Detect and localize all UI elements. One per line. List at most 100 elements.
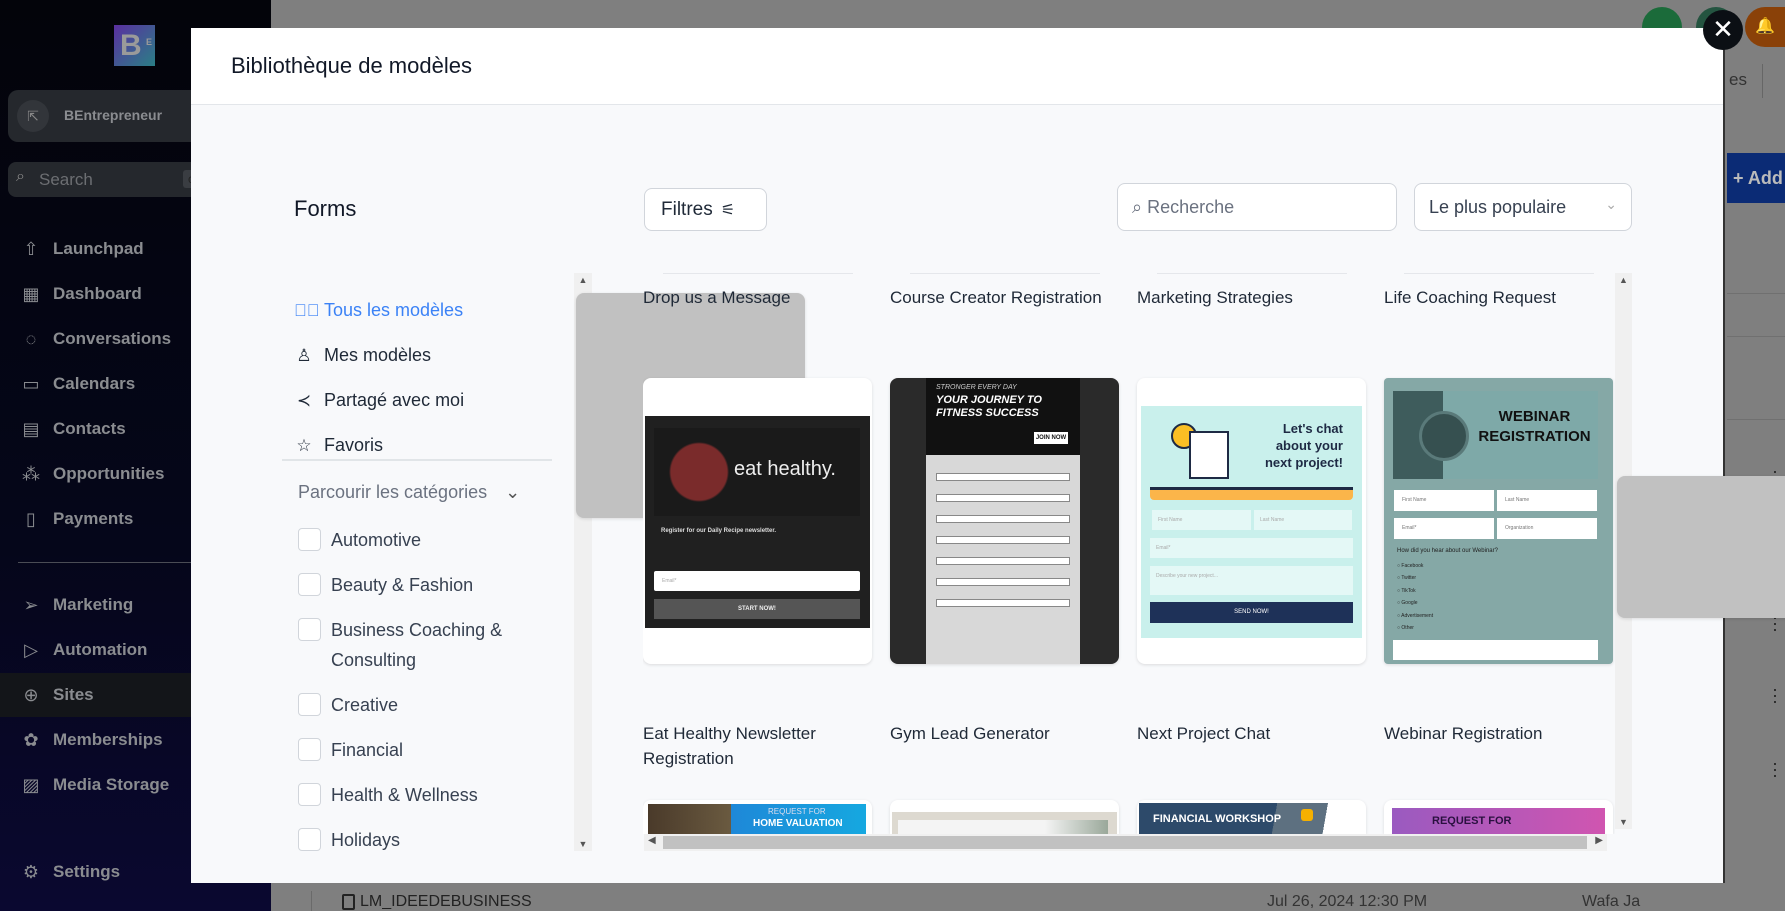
thumb-preview: Let's chat about your next project! Firs…	[1141, 406, 1362, 638]
thumb-field: Organization	[1497, 518, 1597, 539]
template-title[interactable]: Gym Lead Generator	[890, 721, 1119, 746]
chevron-down-icon: ⌄	[505, 482, 521, 502]
tab-partial[interactable]: es	[1729, 70, 1747, 90]
template-card-financial-workshop[interactable]: FINANCIAL WORKSHOP	[1137, 800, 1366, 834]
template-card-gym[interactable]: STRONGER EVERY DAY YOUR JOURNEY TO FITNE…	[890, 378, 1119, 664]
checkbox[interactable]	[298, 528, 321, 551]
send-icon: ➢	[23, 594, 39, 615]
folder-name: LM_IDEEDEBUSINESS	[360, 893, 532, 910]
folder-row[interactable]: LM_IDEEDEBUSINESS Jul 26, 2024 12:30 PM …	[311, 891, 1785, 911]
filters-button[interactable]: Filtres ⚟	[644, 188, 767, 231]
checkbox[interactable]	[298, 783, 321, 806]
category-health-wellness[interactable]: Health & Wellness	[298, 780, 538, 810]
thumb-doc	[1189, 431, 1229, 479]
checkbox[interactable]	[298, 693, 321, 716]
nav-favorites[interactable]: ☆ Favoris	[294, 435, 383, 456]
option-label: Other	[1401, 625, 1414, 632]
template-title[interactable]: Drop us a Message	[643, 285, 872, 310]
categories-scrollbar[interactable]: ▲ ▼	[574, 273, 805, 851]
thumb-heading: REQUEST FOR	[768, 807, 826, 816]
row-divider	[1727, 419, 1785, 420]
grid-horizontal-scrollbar[interactable]: ◀ ▶	[644, 834, 1607, 851]
grid-icon: ▦	[22, 283, 40, 304]
template-card-next-project[interactable]: Let's chat about your next project! Firs…	[1137, 378, 1366, 664]
scroll-right-icon[interactable]: ▶	[1595, 835, 1603, 846]
search-placeholder: Search	[39, 170, 93, 189]
sites-icon: ⊕	[23, 684, 39, 705]
modal-header: Bibliothèque de modèles	[191, 28, 1723, 105]
template-card-home-valuation[interactable]: REQUEST FOR HOME VALUATION	[643, 800, 872, 834]
browse-categories-toggle[interactable]: Parcourir les catégories ⌄	[298, 482, 520, 503]
thumb-field	[936, 536, 1070, 544]
template-title[interactable]: Life Coaching Request	[1384, 285, 1613, 310]
sidebar-item-label: Automation	[53, 640, 148, 659]
sidebar-item-label: Opportunities	[53, 464, 165, 483]
template-title[interactable]: Course Creator Registration	[890, 285, 1119, 310]
thumb-form	[926, 455, 1080, 664]
scroll-down-icon[interactable]: ▼	[574, 839, 592, 849]
sidebar-item-label: Launchpad	[53, 239, 144, 258]
scroll-up-icon[interactable]: ▲	[1615, 275, 1632, 285]
thumb-preview: eat healthy. Register for our Daily Reci…	[645, 416, 870, 628]
category-beauty-fashion[interactable]: Beauty & Fashion	[298, 570, 538, 600]
card-divider	[1404, 273, 1594, 274]
logo[interactable]: BE	[114, 25, 155, 66]
template-search-input[interactable]: ⌕ Recherche	[1117, 183, 1397, 231]
thumb-field: Last Name	[1497, 490, 1597, 511]
template-card-request[interactable]: REQUEST FOR	[1384, 800, 1613, 834]
thumb-text: Register for our Daily Recipe newsletter…	[661, 528, 777, 534]
nav-divider	[282, 459, 552, 461]
thumb-banner: eat healthy.	[654, 428, 860, 516]
opportunities-icon: ⁂	[22, 463, 40, 484]
template-title[interactable]: Eat Healthy Newsletter Registration	[643, 721, 872, 771]
card-divider	[663, 273, 853, 274]
card-divider	[910, 273, 1100, 274]
search-placeholder: Recherche	[1147, 197, 1235, 217]
thumb-option: ○ Facebook	[1397, 563, 1424, 569]
thumb-field: First Name	[1152, 510, 1251, 530]
row-menu-icon[interactable]: ···	[1772, 754, 1778, 784]
sort-select[interactable]: Le plus populaire ⌄	[1414, 183, 1632, 231]
category-holidays[interactable]: Holidays	[298, 825, 538, 855]
checkbox[interactable]	[298, 573, 321, 596]
grid-vertical-scrollbar[interactable]: ▲ ▼	[1615, 273, 1785, 829]
add-button[interactable]: + Add	[1727, 153, 1785, 203]
nav-shared-with-me[interactable]: ≺ Partagé avec moi	[294, 390, 464, 411]
nav-all-templates[interactable]: ✓⃝ Tous les modèles	[294, 300, 463, 321]
badge-icon: ✿	[23, 729, 39, 750]
scroll-up-icon[interactable]: ▲	[574, 275, 592, 285]
template-title[interactable]: Marketing Strategies	[1137, 285, 1366, 310]
user-icon: ♙	[296, 345, 312, 365]
template-card-plant[interactable]	[890, 800, 1119, 834]
scrollbar-thumb[interactable]	[663, 836, 1587, 849]
category-automotive[interactable]: Automotive	[298, 525, 538, 555]
sliders-icon: ⚟	[720, 202, 736, 219]
category-creative[interactable]: Creative	[298, 690, 538, 720]
thumb-field	[936, 599, 1070, 607]
nav-my-templates[interactable]: ♙ Mes modèles	[294, 345, 431, 366]
close-modal-button[interactable]: ✕	[1703, 10, 1743, 50]
category-business-coaching[interactable]: Business Coaching & Consulting	[298, 615, 538, 675]
option-label: Facebook	[1401, 563, 1424, 569]
checkbox[interactable]	[298, 828, 321, 851]
scroll-left-icon[interactable]: ◀	[648, 835, 656, 846]
notification-bell-icon[interactable]: 🔔	[1745, 7, 1785, 47]
sidebar-item-label: Settings	[53, 862, 121, 881]
checkbox[interactable]	[298, 738, 321, 761]
add-button-label: Add	[1747, 168, 1783, 188]
row-menu-icon[interactable]: ···	[1772, 680, 1778, 710]
scrollbar-thumb[interactable]	[1617, 476, 1785, 618]
template-title[interactable]: Next Project Chat	[1137, 721, 1366, 746]
card-divider	[1157, 273, 1347, 274]
scroll-down-icon[interactable]: ▼	[1615, 817, 1632, 827]
logo-letter: B	[120, 29, 142, 62]
template-title[interactable]: Webinar Registration	[1384, 721, 1613, 746]
thumb-hero: STRONGER EVERY DAY YOUR JOURNEY TO FITNE…	[926, 378, 1080, 455]
thumb-heading: YOUR JOURNEY TO FITNESS SUCCESS	[936, 394, 1042, 419]
sort-value: Le plus populaire	[1429, 197, 1567, 217]
thumb-field	[936, 578, 1070, 586]
template-card-webinar[interactable]: WEBINAR REGISTRATION First Name Last Nam…	[1384, 378, 1613, 664]
checkbox[interactable]	[298, 618, 321, 641]
category-financial[interactable]: Financial	[298, 735, 538, 765]
template-card-eat-healthy[interactable]: eat healthy. Register for our Daily Reci…	[643, 378, 872, 664]
